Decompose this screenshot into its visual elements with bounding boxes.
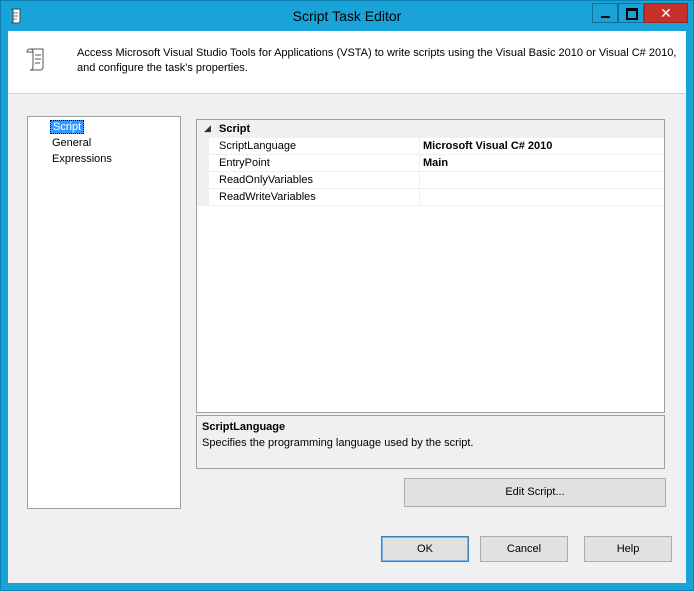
property-row-readonlyvariables[interactable]: ReadOnlyVariables bbox=[197, 172, 664, 189]
script-scroll-icon bbox=[26, 48, 44, 71]
nav-item-expressions[interactable]: Expressions bbox=[50, 152, 114, 166]
cancel-button[interactable]: Cancel bbox=[480, 536, 568, 562]
property-row-readwritevariables[interactable]: ReadWriteVariables bbox=[197, 189, 664, 206]
property-row-scriptlanguage[interactable]: ScriptLanguage Microsoft Visual C# 2010 bbox=[197, 138, 664, 155]
property-name: ReadWriteVariables bbox=[219, 191, 316, 203]
property-category-label: Script bbox=[219, 123, 251, 135]
nav-item-general[interactable]: General bbox=[50, 136, 93, 150]
close-button[interactable]: ✕ bbox=[644, 3, 688, 23]
maximize-button[interactable] bbox=[618, 3, 644, 23]
help-title: ScriptLanguage bbox=[202, 421, 286, 433]
property-name: ScriptLanguage bbox=[219, 140, 297, 152]
property-name: EntryPoint bbox=[219, 157, 270, 169]
property-grid: ◢ Script ScriptLanguage Microsoft Visual… bbox=[196, 119, 665, 413]
property-value[interactable]: Microsoft Visual C# 2010 bbox=[423, 140, 552, 152]
page-navigation-list: Script General Expressions bbox=[27, 116, 181, 509]
property-row-entrypoint[interactable]: EntryPoint Main bbox=[197, 155, 664, 172]
header-panel: Access Microsoft Visual Studio Tools for… bbox=[8, 31, 686, 94]
window-title: Script Task Editor bbox=[292, 8, 402, 24]
nav-item-script[interactable]: Script bbox=[50, 120, 85, 134]
script-task-editor-window: Script Task Editor ✕ Access Microsoft Vi… bbox=[0, 0, 694, 591]
property-help-panel: ScriptLanguage Specifies the programming… bbox=[196, 415, 665, 469]
maximize-icon bbox=[626, 8, 638, 20]
ok-button[interactable]: OK bbox=[381, 536, 469, 562]
edit-script-button[interactable]: Edit Script... bbox=[404, 478, 666, 507]
help-text: Specifies the programming language used … bbox=[202, 437, 474, 449]
title-bar[interactable]: Script Task Editor ✕ bbox=[1, 1, 693, 31]
header-description: Access Microsoft Visual Studio Tools for… bbox=[77, 47, 677, 74]
property-category-script[interactable]: ◢ Script bbox=[197, 120, 664, 138]
property-value[interactable]: Main bbox=[423, 157, 448, 169]
minimize-icon bbox=[601, 16, 610, 18]
dialog-client-area: Access Microsoft Visual Studio Tools for… bbox=[8, 31, 686, 583]
property-name: ReadOnlyVariables bbox=[219, 174, 313, 186]
close-icon: ✕ bbox=[660, 5, 672, 21]
help-button[interactable]: Help bbox=[584, 536, 672, 562]
collapse-triangle-icon[interactable]: ◢ bbox=[204, 123, 211, 134]
minimize-button[interactable] bbox=[592, 3, 618, 23]
